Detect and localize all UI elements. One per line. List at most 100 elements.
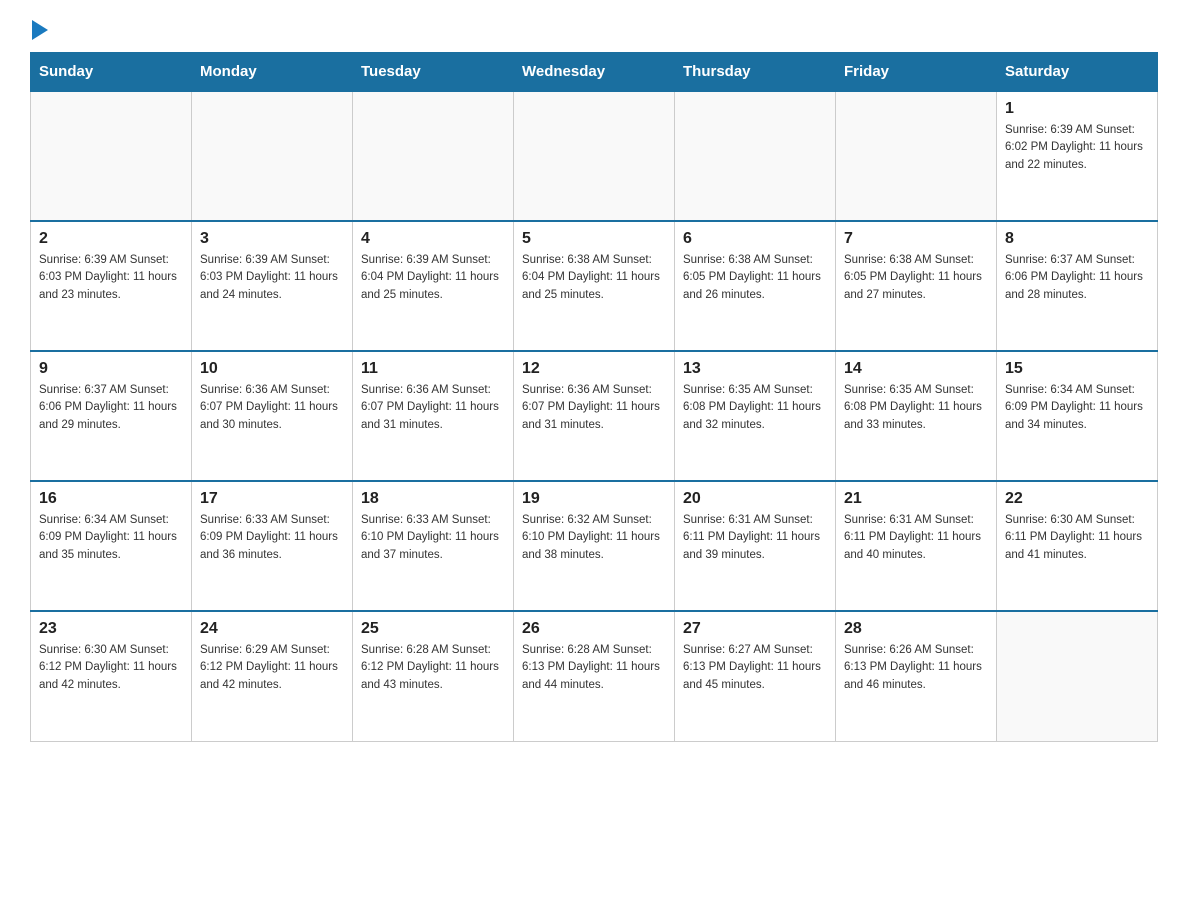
weekday-header-friday: Friday: [836, 53, 997, 92]
calendar-week-3: 9 Sunrise: 6:37 AM Sunset: 6:06 PM Daylig…: [31, 351, 1158, 481]
day-number: 21: [844, 490, 988, 508]
calendar-cell: 3 Sunrise: 6:39 AM Sunset: 6:03 PM Daylig…: [192, 221, 353, 351]
day-number: 28: [844, 620, 988, 638]
day-info: Sunrise: 6:39 AM Sunset: 6:03 PM Dayligh…: [200, 252, 344, 304]
day-info: Sunrise: 6:37 AM Sunset: 6:06 PM Dayligh…: [39, 382, 183, 434]
logo-arrow-icon: [32, 20, 48, 40]
day-number: 10: [200, 360, 344, 378]
day-info: Sunrise: 6:38 AM Sunset: 6:05 PM Dayligh…: [683, 252, 827, 304]
day-number: 1: [1005, 100, 1149, 118]
calendar-cell: 7 Sunrise: 6:38 AM Sunset: 6:05 PM Daylig…: [836, 221, 997, 351]
day-info: Sunrise: 6:34 AM Sunset: 6:09 PM Dayligh…: [39, 512, 183, 564]
day-info: Sunrise: 6:37 AM Sunset: 6:06 PM Dayligh…: [1005, 252, 1149, 304]
day-number: 7: [844, 230, 988, 248]
day-info: Sunrise: 6:36 AM Sunset: 6:07 PM Dayligh…: [361, 382, 505, 434]
day-number: 4: [361, 230, 505, 248]
calendar-cell: 27 Sunrise: 6:27 AM Sunset: 6:13 PM Dayli…: [675, 611, 836, 741]
day-info: Sunrise: 6:35 AM Sunset: 6:08 PM Dayligh…: [844, 382, 988, 434]
calendar-week-2: 2 Sunrise: 6:39 AM Sunset: 6:03 PM Daylig…: [31, 221, 1158, 351]
day-number: 14: [844, 360, 988, 378]
day-number: 26: [522, 620, 666, 638]
calendar-cell: [31, 91, 192, 221]
day-info: Sunrise: 6:34 AM Sunset: 6:09 PM Dayligh…: [1005, 382, 1149, 434]
calendar-cell: 15 Sunrise: 6:34 AM Sunset: 6:09 PM Dayli…: [997, 351, 1158, 481]
calendar-week-1: 1 Sunrise: 6:39 AM Sunset: 6:02 PM Daylig…: [31, 91, 1158, 221]
day-info: Sunrise: 6:38 AM Sunset: 6:04 PM Dayligh…: [522, 252, 666, 304]
calendar-cell: 1 Sunrise: 6:39 AM Sunset: 6:02 PM Daylig…: [997, 91, 1158, 221]
day-number: 24: [200, 620, 344, 638]
day-info: Sunrise: 6:32 AM Sunset: 6:10 PM Dayligh…: [522, 512, 666, 564]
day-info: Sunrise: 6:39 AM Sunset: 6:03 PM Dayligh…: [39, 252, 183, 304]
weekday-header-saturday: Saturday: [997, 53, 1158, 92]
calendar-week-4: 16 Sunrise: 6:34 AM Sunset: 6:09 PM Dayli…: [31, 481, 1158, 611]
day-number: 23: [39, 620, 183, 638]
day-number: 17: [200, 490, 344, 508]
weekday-header-monday: Monday: [192, 53, 353, 92]
day-info: Sunrise: 6:33 AM Sunset: 6:10 PM Dayligh…: [361, 512, 505, 564]
day-number: 18: [361, 490, 505, 508]
page-header: [30, 20, 1158, 42]
day-number: 3: [200, 230, 344, 248]
day-number: 8: [1005, 230, 1149, 248]
day-info: Sunrise: 6:28 AM Sunset: 6:13 PM Dayligh…: [522, 642, 666, 694]
day-info: Sunrise: 6:26 AM Sunset: 6:13 PM Dayligh…: [844, 642, 988, 694]
day-number: 9: [39, 360, 183, 378]
day-number: 25: [361, 620, 505, 638]
calendar-cell: 4 Sunrise: 6:39 AM Sunset: 6:04 PM Daylig…: [353, 221, 514, 351]
weekday-header-wednesday: Wednesday: [514, 53, 675, 92]
calendar-cell: [353, 91, 514, 221]
day-number: 19: [522, 490, 666, 508]
day-info: Sunrise: 6:30 AM Sunset: 6:11 PM Dayligh…: [1005, 512, 1149, 564]
day-number: 13: [683, 360, 827, 378]
calendar-cell: 12 Sunrise: 6:36 AM Sunset: 6:07 PM Dayli…: [514, 351, 675, 481]
day-number: 5: [522, 230, 666, 248]
day-info: Sunrise: 6:27 AM Sunset: 6:13 PM Dayligh…: [683, 642, 827, 694]
day-number: 6: [683, 230, 827, 248]
calendar-cell: 24Sunrise: 6:29 AM Sunset: 6:12 PM Dayli…: [192, 611, 353, 741]
calendar-week-5: 23 Sunrise: 6:30 AM Sunset: 6:12 PM Dayli…: [31, 611, 1158, 741]
day-number: 22: [1005, 490, 1149, 508]
day-info: Sunrise: 6:30 AM Sunset: 6:12 PM Dayligh…: [39, 642, 183, 694]
day-number: 27: [683, 620, 827, 638]
calendar-cell: 9 Sunrise: 6:37 AM Sunset: 6:06 PM Daylig…: [31, 351, 192, 481]
calendar-cell: 19 Sunrise: 6:32 AM Sunset: 6:10 PM Dayli…: [514, 481, 675, 611]
calendar-cell: 26 Sunrise: 6:28 AM Sunset: 6:13 PM Dayli…: [514, 611, 675, 741]
day-info: Sunrise: 6:31 AM Sunset: 6:11 PM Dayligh…: [844, 512, 988, 564]
day-info: Sunrise: 6:38 AM Sunset: 6:05 PM Dayligh…: [844, 252, 988, 304]
calendar-cell: 8 Sunrise: 6:37 AM Sunset: 6:06 PM Daylig…: [997, 221, 1158, 351]
day-info: Sunrise: 6:31 AM Sunset: 6:11 PM Dayligh…: [683, 512, 827, 564]
day-number: 15: [1005, 360, 1149, 378]
calendar-cell: [514, 91, 675, 221]
calendar-cell: 5 Sunrise: 6:38 AM Sunset: 6:04 PM Daylig…: [514, 221, 675, 351]
calendar-cell: 13 Sunrise: 6:35 AM Sunset: 6:08 PM Dayli…: [675, 351, 836, 481]
calendar-cell: 2 Sunrise: 6:39 AM Sunset: 6:03 PM Daylig…: [31, 221, 192, 351]
day-info: Sunrise: 6:39 AM Sunset: 6:02 PM Dayligh…: [1005, 122, 1149, 174]
calendar-cell: 17Sunrise: 6:33 AM Sunset: 6:09 PM Dayli…: [192, 481, 353, 611]
day-info: Sunrise: 6:36 AM Sunset: 6:07 PM Dayligh…: [522, 382, 666, 434]
day-number: 12: [522, 360, 666, 378]
calendar-table: SundayMondayTuesdayWednesdayThursdayFrid…: [30, 52, 1158, 742]
day-info: Sunrise: 6:28 AM Sunset: 6:12 PM Dayligh…: [361, 642, 505, 694]
day-number: 2: [39, 230, 183, 248]
day-number: 11: [361, 360, 505, 378]
calendar-cell: 21 Sunrise: 6:31 AM Sunset: 6:11 PM Dayli…: [836, 481, 997, 611]
day-number: 16: [39, 490, 183, 508]
calendar-cell: 14 Sunrise: 6:35 AM Sunset: 6:08 PM Dayli…: [836, 351, 997, 481]
day-number: 20: [683, 490, 827, 508]
calendar-cell: 25 Sunrise: 6:28 AM Sunset: 6:12 PM Dayli…: [353, 611, 514, 741]
calendar-cell: 20 Sunrise: 6:31 AM Sunset: 6:11 PM Dayli…: [675, 481, 836, 611]
calendar-cell: 18 Sunrise: 6:33 AM Sunset: 6:10 PM Dayli…: [353, 481, 514, 611]
calendar-cell: [836, 91, 997, 221]
calendar-cell: 10 Sunrise: 6:36 AM Sunset: 6:07 PM Dayli…: [192, 351, 353, 481]
day-info: Sunrise: 6:39 AM Sunset: 6:04 PM Dayligh…: [361, 252, 505, 304]
day-info: Sunrise: 6:35 AM Sunset: 6:08 PM Dayligh…: [683, 382, 827, 434]
calendar-header-row: SundayMondayTuesdayWednesdayThursdayFrid…: [31, 53, 1158, 92]
calendar-cell: [192, 91, 353, 221]
calendar-cell: 28 Sunrise: 6:26 AM Sunset: 6:13 PM Dayli…: [836, 611, 997, 741]
calendar-cell: [675, 91, 836, 221]
weekday-header-tuesday: Tuesday: [353, 53, 514, 92]
weekday-header-thursday: Thursday: [675, 53, 836, 92]
calendar-cell: [997, 611, 1158, 741]
weekday-header-sunday: Sunday: [31, 53, 192, 92]
day-info: Sunrise: 6:36 AM Sunset: 6:07 PM Dayligh…: [200, 382, 344, 434]
